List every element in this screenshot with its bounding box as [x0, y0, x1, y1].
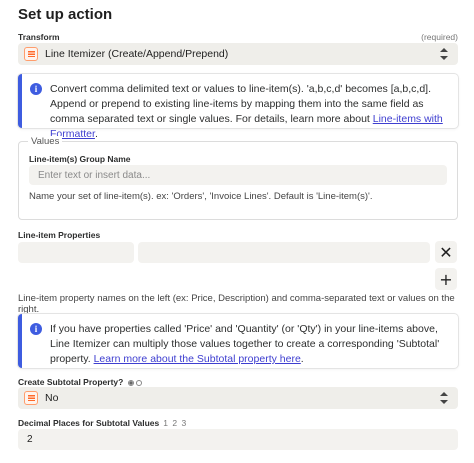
- subtotal-learn-more-link[interactable]: Learn more about the Subtotal property h…: [94, 353, 301, 365]
- info-text-end: .: [300, 353, 304, 365]
- page-title: Set up action: [18, 6, 113, 23]
- group-name-input[interactable]: Enter text or insert data...: [29, 165, 447, 185]
- add-property-button[interactable]: +: [435, 268, 457, 290]
- subtotal-label: Create Subtotal Property?: [18, 377, 142, 387]
- line-item-properties-label: Line-item Properties: [18, 230, 101, 240]
- property-value-input[interactable]: [138, 242, 430, 263]
- formatter-app-icon: [24, 391, 38, 405]
- values-group: Values Line-item(s) Group Name Enter tex…: [18, 136, 458, 220]
- select-arrows-icon: [440, 392, 448, 404]
- info-box-subtotal: i If you have properties called 'Price' …: [18, 314, 458, 368]
- remove-property-button[interactable]: ✕: [435, 241, 457, 263]
- plus-icon: +: [439, 269, 453, 289]
- close-icon: ✕: [439, 242, 453, 262]
- line-item-properties-hint: Line-item property names on the left (ex…: [18, 293, 455, 315]
- transform-select-value: Line Itemizer (Create/Append/Prepend): [45, 48, 229, 60]
- group-name-label: Line-item(s) Group Name: [29, 154, 131, 164]
- radio-on[interactable]: [127, 379, 134, 386]
- required-indicator: (required): [421, 32, 458, 42]
- formatter-app-icon: [24, 47, 38, 61]
- select-arrows-icon: [440, 48, 448, 60]
- info-icon: i: [30, 323, 42, 335]
- subtotal-select[interactable]: No: [18, 387, 458, 409]
- subtotal-label-text: Create Subtotal Property?: [18, 377, 124, 387]
- transform-select[interactable]: Line Itemizer (Create/Append/Prepend): [18, 43, 458, 65]
- info-box-line-items: i Convert comma delimited text or values…: [18, 74, 458, 140]
- values-legend: Values: [28, 136, 63, 147]
- transform-label: Transform: [18, 32, 60, 42]
- group-name-placeholder: Enter text or insert data...: [38, 169, 151, 181]
- property-name-input[interactable]: [18, 242, 134, 263]
- info-text-end: .: [94, 128, 98, 140]
- radio-off[interactable]: [135, 379, 142, 386]
- decimal-options: 1 2 3: [163, 418, 188, 428]
- group-name-hint: Name your set of line-item(s). ex: 'Orde…: [29, 191, 373, 202]
- decimal-value: 2: [27, 434, 33, 445]
- decimal-label-text: Decimal Places for Subtotal Values: [18, 418, 160, 428]
- decimal-label: Decimal Places for Subtotal Values 1 2 3: [18, 418, 187, 428]
- subtotal-select-value: No: [45, 392, 59, 404]
- info-icon: i: [30, 83, 42, 95]
- decimal-input[interactable]: 2: [18, 429, 458, 450]
